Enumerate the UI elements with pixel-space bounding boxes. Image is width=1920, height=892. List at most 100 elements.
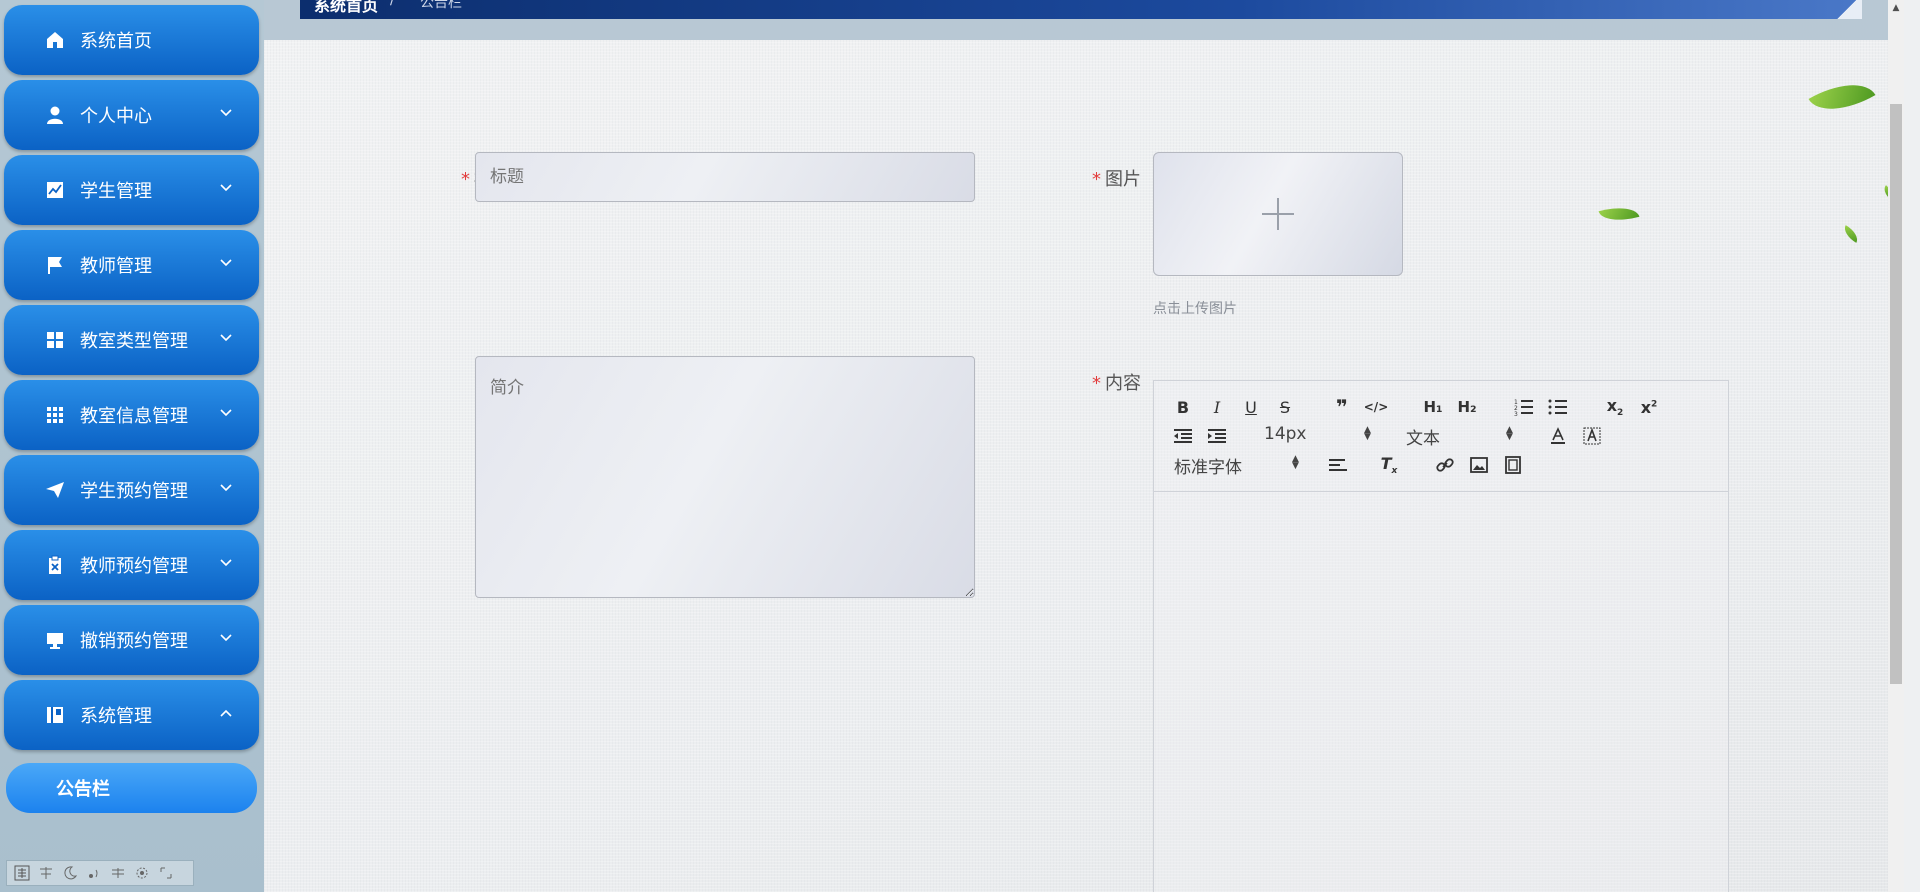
bold-icon: B xyxy=(1176,397,1190,417)
sidebar-item-classroom-type-management[interactable]: 教室类型管理 xyxy=(4,305,259,375)
select-caret-icon: ▲ ▼ xyxy=(1506,425,1513,442)
chevron-down-icon xyxy=(220,334,232,342)
chevron-down-icon xyxy=(220,484,232,492)
chevron-down-icon xyxy=(220,634,232,642)
indent-button[interactable] xyxy=(1204,424,1230,448)
image-label: * 图片 xyxy=(1092,169,1141,190)
sidebar-item-system-management[interactable]: 系统管理 xyxy=(4,680,259,750)
sidebar-item-label: 个人中心 xyxy=(80,106,152,127)
scrollbar-thumb[interactable] xyxy=(1890,104,1902,684)
blockquote-button[interactable]: ❞ xyxy=(1329,395,1355,419)
scrollbar[interactable]: ▲ xyxy=(1888,0,1904,892)
intro-textarea[interactable] xyxy=(475,356,975,598)
sidebar-item-label: 系统管理 xyxy=(80,706,152,727)
sidebar-item-label: 撤销预约管理 xyxy=(80,631,188,652)
leaf-decoration xyxy=(1598,201,1640,227)
ime-settings-icon[interactable] xyxy=(133,865,151,881)
outdent-button[interactable] xyxy=(1170,424,1196,448)
sidebar-item-teacher-reservation-management[interactable]: 教师预约管理 xyxy=(4,530,259,600)
font-family-select[interactable]: 标准字体 ▲ ▼ xyxy=(1174,453,1304,479)
image-button[interactable] xyxy=(1466,453,1492,477)
ime-punctuation-icon[interactable] xyxy=(85,865,103,881)
sidebar-item-cancel-reservation-management[interactable]: 撤销预约管理 xyxy=(4,605,259,675)
bullet-list-button[interactable] xyxy=(1545,395,1571,419)
chevron-down-icon xyxy=(220,109,232,117)
breadcrumb-home[interactable]: 系统首页 xyxy=(314,0,378,16)
chevron-down-icon xyxy=(220,559,232,567)
italic-button[interactable]: I xyxy=(1204,395,1230,419)
link-icon xyxy=(1436,458,1454,472)
clean-format-button[interactable]: Tx xyxy=(1376,453,1402,477)
align-button[interactable] xyxy=(1325,453,1351,477)
clipboard-x-icon xyxy=(44,554,66,576)
font-size-select[interactable]: 14px ▲ ▼ xyxy=(1264,424,1374,446)
send-icon xyxy=(44,479,66,501)
ime-keyboard-icon[interactable] xyxy=(109,865,127,881)
align-left-icon xyxy=(1329,459,1347,471)
underline-button[interactable]: U xyxy=(1238,395,1264,419)
sidebar-item-classroom-info-management[interactable]: 教室信息管理 xyxy=(4,380,259,450)
sidebar-subitem-notice-board[interactable]: 公告栏 xyxy=(6,763,257,813)
sidebar: 系统首页 个人中心 学生管理 教师管理 教室类型管理 教室信息管理 学生预约管理… xyxy=(0,0,264,892)
sidebar-item-label: 系统首页 xyxy=(80,31,152,52)
upload-hint: 点击上传图片 xyxy=(1153,301,1237,317)
background-color-button[interactable] xyxy=(1579,424,1605,448)
strike-icon: S xyxy=(1279,397,1291,417)
sidebar-item-student-reservation-management[interactable]: 学生预约管理 xyxy=(4,455,259,525)
bold-button[interactable]: B xyxy=(1170,395,1196,419)
image-upload-button[interactable] xyxy=(1153,152,1403,276)
bullet-list-icon xyxy=(1548,399,1567,415)
h1-icon: H₁ xyxy=(1423,398,1443,416)
strike-button[interactable]: S xyxy=(1272,395,1298,419)
breadcrumb-separator: / xyxy=(390,0,395,8)
breadcrumb: 系统首页 / 公告栏 xyxy=(300,0,1862,19)
ime-moon-icon[interactable] xyxy=(61,865,79,881)
chevron-down-icon xyxy=(220,184,232,192)
monitor-icon xyxy=(44,629,66,651)
image-icon xyxy=(1470,457,1488,473)
sidebar-item-label: 教室类型管理 xyxy=(80,331,188,352)
ime-chinese-icon[interactable] xyxy=(37,865,55,881)
quote-icon: ❞ xyxy=(1336,395,1348,419)
sidebar-item-home[interactable]: 系统首页 xyxy=(4,5,259,75)
ime-expand-icon[interactable] xyxy=(157,865,175,881)
leaf-decoration xyxy=(1808,69,1876,125)
editor-content-area[interactable] xyxy=(1154,492,1728,892)
ordered-list-button[interactable]: 123 xyxy=(1511,395,1537,419)
ime-pinyin-icon[interactable] xyxy=(13,865,31,881)
link-button[interactable] xyxy=(1432,453,1458,477)
select-caret-icon: ▲ ▼ xyxy=(1364,425,1371,442)
superscript-icon: x2 xyxy=(1640,397,1658,417)
code-icon: </> xyxy=(1363,400,1389,414)
sidebar-item-student-management[interactable]: 学生管理 xyxy=(4,155,259,225)
sidebar-item-label: 教室信息管理 xyxy=(80,406,188,427)
apps-icon xyxy=(44,404,66,426)
flag-icon xyxy=(44,254,66,276)
header-corner-decoration xyxy=(1832,0,1862,19)
code-block-button[interactable]: </> xyxy=(1363,395,1389,419)
background-color-icon xyxy=(1583,427,1601,445)
h2-icon: H₂ xyxy=(1457,398,1477,416)
video-button[interactable] xyxy=(1500,453,1526,477)
sidebar-item-label: 教师预约管理 xyxy=(80,556,188,577)
chevron-down-icon xyxy=(220,259,232,267)
rich-text-editor: B I U S ❞ </> H₁ H₂ 123 x2 x2 14px ▲ ▼ 文… xyxy=(1153,380,1729,892)
superscript-button[interactable]: x2 xyxy=(1636,395,1662,419)
sidebar-subitem-label: 公告栏 xyxy=(56,779,110,800)
grid-icon xyxy=(44,329,66,351)
title-input[interactable] xyxy=(475,152,975,202)
ime-toolbar xyxy=(6,860,194,886)
sidebar-item-label: 学生预约管理 xyxy=(80,481,188,502)
text-color-icon xyxy=(1551,427,1565,444)
chevron-up-icon xyxy=(220,709,232,717)
sidebar-item-teacher-management[interactable]: 教师管理 xyxy=(4,230,259,300)
h1-button[interactable]: H₁ xyxy=(1420,395,1446,419)
scroll-up-arrow-icon[interactable]: ▲ xyxy=(1890,2,1902,14)
header-select[interactable]: 文本 ▲ ▼ xyxy=(1406,424,1516,450)
italic-icon: I xyxy=(1213,397,1221,417)
h2-button[interactable]: H₂ xyxy=(1454,395,1480,419)
user-icon xyxy=(44,104,66,126)
sidebar-item-personal-center[interactable]: 个人中心 xyxy=(4,80,259,150)
text-color-button[interactable] xyxy=(1545,424,1571,448)
subscript-button[interactable]: x2 xyxy=(1602,395,1628,419)
